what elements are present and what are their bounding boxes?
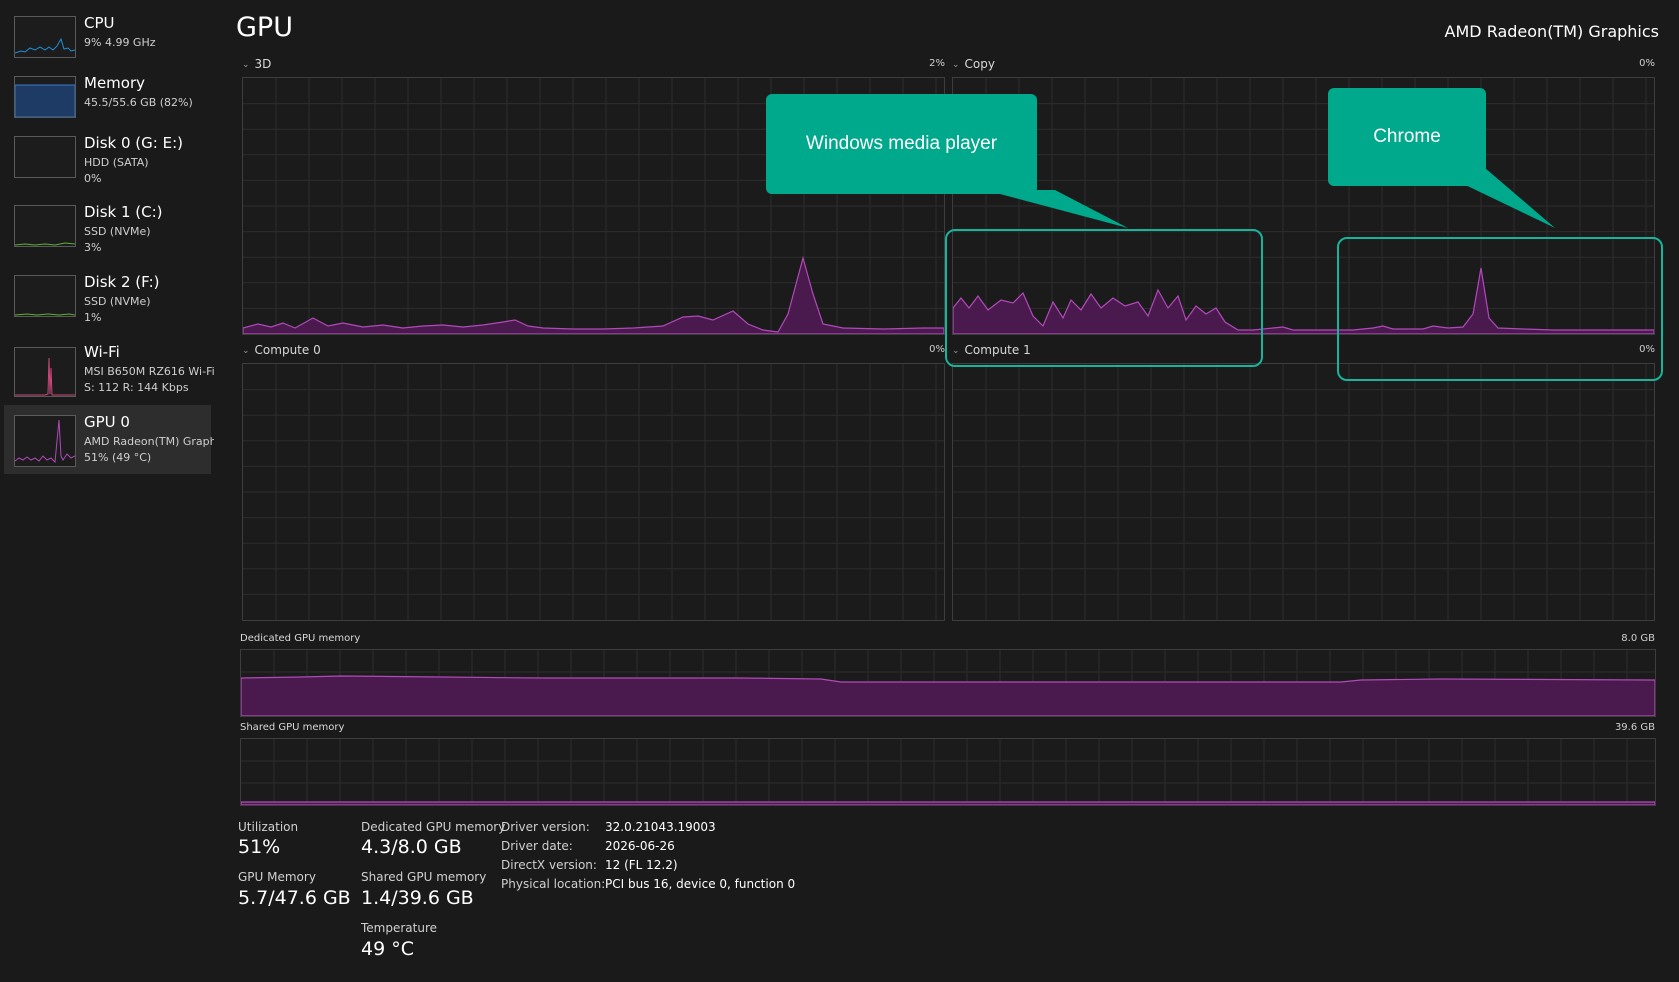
temperature-value: 49 °C bbox=[361, 938, 414, 960]
engine-label: Copy bbox=[964, 57, 995, 71]
physical-location-label: Physical location: bbox=[501, 877, 606, 891]
utilization-label: Utilization bbox=[238, 820, 299, 834]
sidebar-item-subtitle: MSI B650M RZ616 Wi-Fi bbox=[84, 365, 214, 378]
shared-memory-graph-plot bbox=[241, 739, 1655, 805]
sidebar-item-gpu-0[interactable]: GPU 0 AMD Radeon(TM) Graphics 51% (49 °C… bbox=[4, 405, 214, 474]
engine-selector-compute-0[interactable]: ⌄ Compute 0 bbox=[242, 343, 321, 357]
sidebar-item-title: Disk 1 (C:) bbox=[84, 203, 163, 221]
engine-selector-3d[interactable]: ⌄ 3D bbox=[242, 57, 271, 71]
shared-memory-label: Shared GPU memory bbox=[240, 722, 345, 733]
sidebar-item-disk-1[interactable]: Disk 1 (C:) SSD (NVMe) 3% bbox=[4, 203, 211, 272]
sidebar-item-subtitle: 45.5/55.6 GB (82%) bbox=[84, 96, 193, 109]
dedicated-gpu-memory-label: Dedicated GPU memory bbox=[361, 820, 506, 834]
dedicated-memory-graph-plot bbox=[241, 650, 1655, 716]
graph-grid bbox=[243, 364, 944, 620]
directx-version-label: DirectX version: bbox=[501, 858, 597, 872]
sidebar-item-subtitle: SSD (NVMe) bbox=[84, 295, 151, 308]
sidebar-item-title: GPU 0 bbox=[84, 413, 130, 431]
wmp-highlight-box bbox=[945, 229, 1263, 367]
shared-gpu-memory-value: 1.4/39.6 GB bbox=[361, 887, 474, 909]
cpu-thumbnail-graph bbox=[14, 16, 76, 58]
chevron-down-icon: ⌄ bbox=[242, 60, 250, 70]
dedicated-memory-graph bbox=[240, 649, 1656, 717]
device-name: AMD Radeon(TM) Graphics bbox=[1444, 22, 1659, 41]
sidebar-item-wifi[interactable]: Wi-Fi MSI B650M RZ616 Wi-Fi S: 112 R: 14… bbox=[4, 343, 214, 412]
sidebar-item-usage: 51% (49 °C) bbox=[84, 451, 152, 464]
disk-1-thumbnail-graph bbox=[14, 205, 76, 247]
dedicated-gpu-memory-value: 4.3/8.0 GB bbox=[361, 836, 462, 858]
sidebar: CPU 9% 4.99 GHz Memory 45.5/55.6 GB (82%… bbox=[0, 0, 215, 982]
gpu-memory-label: GPU Memory bbox=[238, 870, 316, 884]
wifi-thumbnail-graph bbox=[14, 347, 76, 397]
engine-label: Compute 0 bbox=[254, 343, 321, 357]
sidebar-item-memory[interactable]: Memory 45.5/55.6 GB (82%) bbox=[4, 74, 211, 143]
sidebar-item-title: Disk 2 (F:) bbox=[84, 273, 160, 291]
utilization-value: 51% bbox=[238, 836, 281, 858]
chevron-down-icon: ⌄ bbox=[952, 60, 960, 70]
engine-label: 3D bbox=[254, 57, 272, 71]
sidebar-item-title: Disk 0 (G: E:) bbox=[84, 134, 183, 152]
sidebar-item-disk-0[interactable]: Disk 0 (G: E:) HDD (SATA) 0% bbox=[4, 134, 211, 203]
sidebar-item-subtitle: HDD (SATA) bbox=[84, 156, 149, 169]
physical-location-value: PCI bus 16, device 0, function 0 bbox=[605, 877, 796, 891]
shared-memory-max: 39.6 GB bbox=[1614, 722, 1655, 733]
shared-gpu-memory-label: Shared GPU memory bbox=[361, 870, 487, 884]
graph-grid bbox=[241, 739, 1655, 805]
sidebar-item-subtitle: AMD Radeon(TM) Graphics bbox=[84, 435, 214, 448]
engine-selector-copy[interactable]: ⌄ Copy bbox=[952, 57, 995, 71]
dedicated-memory-label: Dedicated GPU memory bbox=[240, 633, 361, 644]
graph-grid bbox=[953, 364, 1654, 620]
dedicated-memory-series bbox=[241, 675, 1655, 716]
sidebar-item-network-rate: S: 112 R: 144 Kbps bbox=[84, 381, 189, 394]
sidebar-item-title: Wi-Fi bbox=[84, 343, 120, 361]
chevron-down-icon: ⌄ bbox=[242, 346, 250, 356]
disk-0-thumbnail-graph bbox=[14, 136, 76, 178]
page-title: GPU bbox=[236, 12, 293, 43]
shared-memory-graph bbox=[240, 738, 1656, 806]
driver-version-value: 32.0.21043.19003 bbox=[605, 820, 716, 834]
driver-version-label: Driver version: bbox=[501, 820, 590, 834]
driver-date-label: Driver date: bbox=[501, 839, 573, 853]
memory-thumbnail-graph bbox=[14, 76, 76, 118]
sidebar-item-subtitle: SSD (NVMe) bbox=[84, 225, 151, 238]
sidebar-item-cpu[interactable]: CPU 9% 4.99 GHz bbox=[4, 14, 211, 83]
engine-percent: 2% bbox=[929, 58, 945, 69]
sidebar-item-usage: 3% bbox=[84, 241, 102, 254]
gpu-memory-value: 5.7/47.6 GB bbox=[238, 887, 351, 909]
engine-percent: 0% bbox=[929, 344, 945, 355]
engine-graph-compute-1-plot bbox=[953, 364, 1654, 620]
sidebar-item-subtitle: 9% 4.99 GHz bbox=[84, 36, 156, 49]
disk-2-thumbnail-graph bbox=[14, 275, 76, 317]
engine-graph-3d-series bbox=[243, 255, 944, 334]
shared-memory-series bbox=[241, 801, 1655, 805]
engine-graph-compute-1 bbox=[952, 363, 1655, 621]
chrome-highlight-box bbox=[1337, 237, 1663, 381]
engine-graph-compute-0 bbox=[242, 363, 945, 621]
chrome-callout: Chrome bbox=[1328, 88, 1486, 186]
sidebar-item-usage: 1% bbox=[84, 311, 102, 324]
sidebar-item-title: CPU bbox=[84, 14, 115, 32]
wmp-callout: Windows media player bbox=[766, 94, 1037, 194]
sidebar-item-disk-2[interactable]: Disk 2 (F:) SSD (NVMe) 1% bbox=[4, 273, 211, 342]
driver-date-value: 2026-06-26 bbox=[605, 839, 675, 853]
gpu-0-thumbnail-graph bbox=[14, 415, 76, 467]
sidebar-item-title: Memory bbox=[84, 74, 146, 92]
sidebar-item-usage: 0% bbox=[84, 172, 102, 185]
engine-graph-compute-0-plot bbox=[243, 364, 944, 620]
directx-version-value: 12 (FL 12.2) bbox=[605, 858, 678, 872]
engine-percent: 0% bbox=[1639, 58, 1655, 69]
dedicated-memory-max: 8.0 GB bbox=[1621, 633, 1655, 644]
temperature-label: Temperature bbox=[361, 921, 438, 935]
